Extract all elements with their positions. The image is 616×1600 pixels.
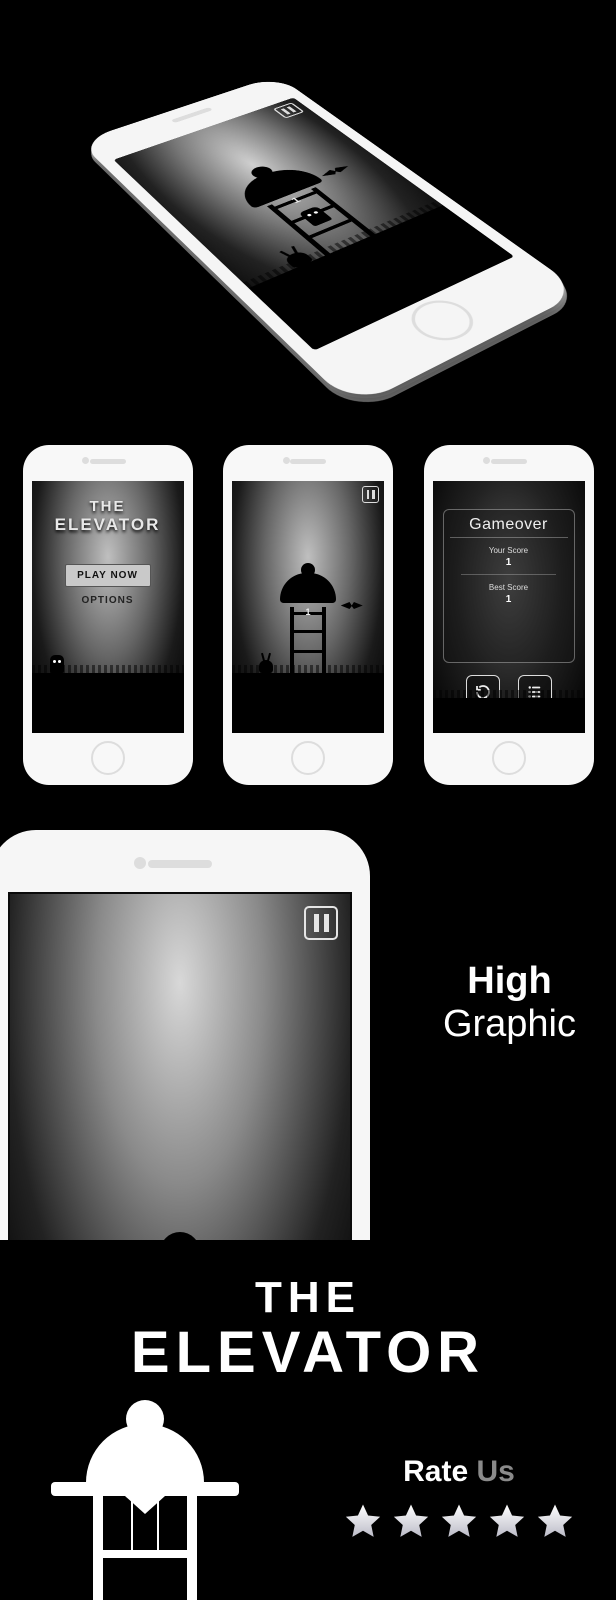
app-title-line-1: THE	[0, 1276, 616, 1320]
star-icon[interactable]	[438, 1501, 480, 1543]
rate-us-panel: THE ELEVATOR Rate Us	[0, 1240, 616, 1600]
phone-mockup-large: 1	[0, 830, 370, 1240]
score-display: 1	[305, 607, 310, 617]
bird-enemy	[341, 602, 363, 609]
rate-us-block: Rate Us	[342, 1455, 576, 1543]
feature-line-1: High	[443, 960, 576, 1003]
app-title: THE ELEVATOR	[0, 1276, 616, 1382]
best-score-label: Best Score	[489, 583, 528, 592]
app-title-line-2: ELEVATOR	[0, 1324, 616, 1382]
gameover-title: Gameover	[450, 516, 568, 538]
title-line-2: ELEVATOR	[32, 516, 184, 535]
three-screens-panel: THE ELEVATOR PLAY NOW OPTIONS 1	[0, 420, 616, 810]
elevator-tower: 1	[283, 573, 333, 673]
star-icon[interactable]	[486, 1501, 528, 1543]
gameplay-screen: 1	[232, 481, 384, 733]
your-score-value: 1	[506, 557, 512, 568]
play-now-button[interactable]: PLAY NOW	[65, 564, 151, 587]
hero-isometric-panel: 1	[0, 0, 616, 420]
game-title: THE ELEVATOR	[32, 499, 184, 534]
star-rating[interactable]	[342, 1501, 576, 1543]
phone-mockup-gameover: Gameover Your Score 1 Best Score 1	[424, 445, 594, 785]
star-icon[interactable]	[534, 1501, 576, 1543]
phone-mockup-menu: THE ELEVATOR PLAY NOW OPTIONS	[23, 445, 193, 785]
options-button[interactable]: OPTIONS	[32, 595, 184, 606]
star-icon[interactable]	[342, 1501, 384, 1543]
feature-line-2: Graphic	[443, 1003, 576, 1046]
best-score-value: 1	[506, 594, 512, 605]
gameover-panel: Gameover Your Score 1 Best Score 1	[443, 509, 575, 663]
pause-button[interactable]	[304, 906, 338, 940]
game-screen-hero: 1	[114, 98, 515, 351]
isometric-phone-wrap: 1	[79, 75, 583, 408]
pause-button[interactable]	[273, 102, 305, 118]
bird-enemy	[319, 164, 351, 178]
phone-mockup-hero: 1	[79, 75, 583, 408]
title-line-1: THE	[32, 499, 184, 516]
elevator-logo-icon	[55, 1400, 235, 1600]
rate-prefix: Rate	[403, 1455, 476, 1488]
your-score-label: Your Score	[489, 546, 528, 555]
game-screen-large: 1	[8, 892, 352, 1240]
phone-mockup-gameplay: 1	[223, 445, 393, 785]
menu-screen: THE ELEVATOR PLAY NOW OPTIONS	[32, 481, 184, 733]
gameover-screen: Gameover Your Score 1 Best Score 1	[433, 481, 585, 733]
star-icon[interactable]	[390, 1501, 432, 1543]
pause-button[interactable]	[362, 486, 379, 503]
rate-us-title: Rate Us	[342, 1455, 576, 1489]
feature-caption: High Graphic	[443, 960, 576, 1046]
high-graphic-panel: 1 High Graphic	[0, 810, 616, 1240]
rate-suffix: Us	[477, 1455, 515, 1488]
